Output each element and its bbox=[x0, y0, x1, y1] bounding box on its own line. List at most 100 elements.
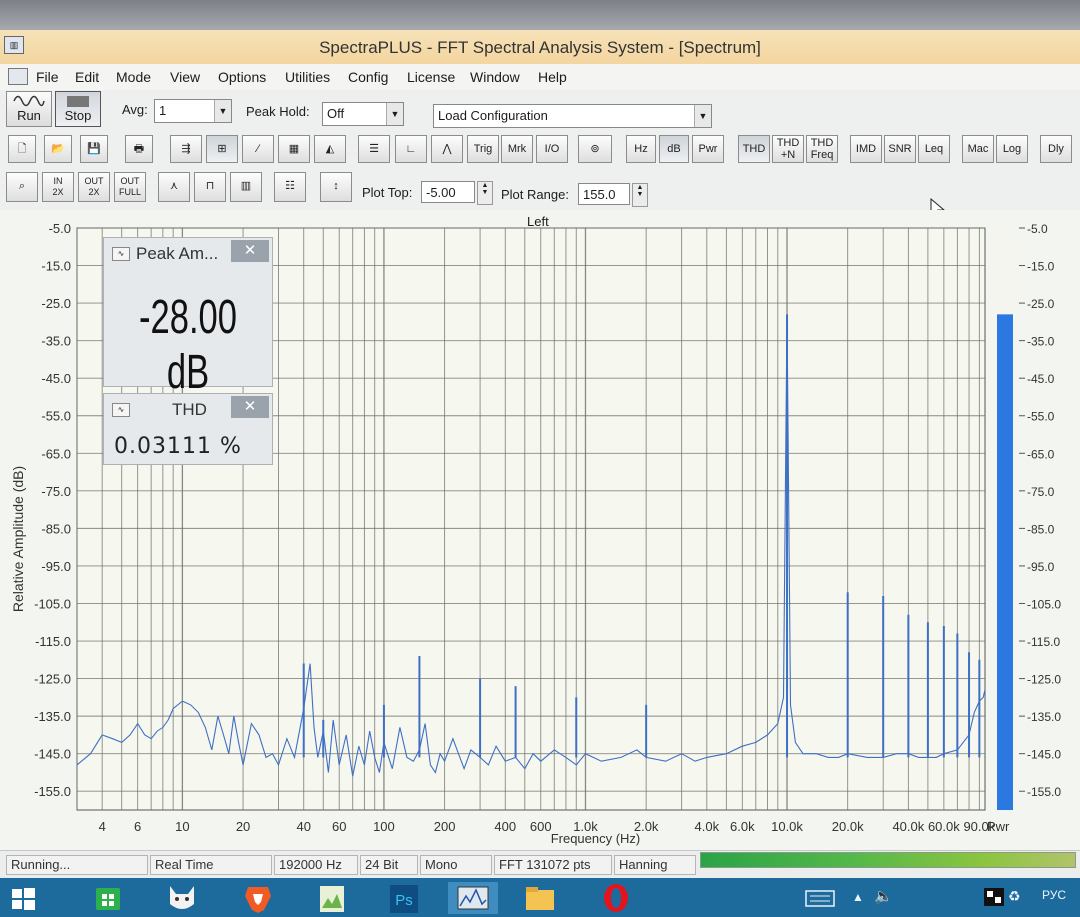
weighting-icon[interactable]: ⋀ bbox=[431, 135, 463, 163]
zoom-icon[interactable]: ⌕ bbox=[6, 172, 38, 202]
chevron-down-icon[interactable]: ▼ bbox=[386, 103, 403, 125]
io-button[interactable]: I/O bbox=[536, 135, 568, 163]
print-icon[interactable]: 🖶 bbox=[125, 135, 153, 163]
menu-file[interactable]: File bbox=[36, 69, 59, 85]
spectrum-mode-icon[interactable]: ⊞ bbox=[206, 135, 238, 163]
configuration-select[interactable]: Load Configuration ▼ bbox=[433, 104, 712, 128]
menu-view[interactable]: View bbox=[170, 69, 200, 85]
delay-button[interactable]: Dly bbox=[1040, 135, 1072, 163]
avg-select[interactable]: 1 ▼ bbox=[154, 99, 232, 123]
right-tick-label: -75.0 bbox=[1027, 485, 1055, 499]
panel-list-icon[interactable]: ☷ bbox=[274, 172, 306, 202]
thd-n-button[interactable]: THD +N bbox=[772, 135, 804, 163]
spectraplus-taskbar-icon[interactable] bbox=[448, 882, 498, 914]
brave-browser-icon[interactable] bbox=[236, 882, 280, 914]
scale-icon[interactable]: ∟ bbox=[395, 135, 427, 163]
windows-start-icon[interactable] bbox=[6, 882, 40, 914]
network-tray-icon[interactable] bbox=[982, 886, 1006, 908]
menu-license[interactable]: License bbox=[407, 69, 455, 85]
db-button[interactable]: dB bbox=[659, 135, 689, 163]
toolbar-analysis: 🗋 📂 💾 🖶 ⇶ ⊞ ∕ ▦ ◭ ☰ ∟ ⋀ Trig Mrk I/O ⊚ H… bbox=[0, 132, 1080, 168]
thd-freq-line2: Freq bbox=[810, 149, 834, 161]
zoom-out-2x-button[interactable]: OUT 2X bbox=[78, 172, 110, 202]
y-tick-label: -25.0 bbox=[41, 296, 71, 311]
x-tick-label: 60 bbox=[332, 819, 346, 834]
new-file-icon[interactable]: 🗋 bbox=[8, 135, 36, 163]
y-tick-label: -95.0 bbox=[41, 559, 71, 574]
octave-bars-icon[interactable]: ⊓ bbox=[194, 172, 226, 202]
3d-surface-icon[interactable]: ◭ bbox=[314, 135, 346, 163]
y-tick-label: -5.0 bbox=[49, 221, 71, 236]
plot-range-input[interactable]: 155.0 bbox=[578, 183, 630, 205]
peak-amplitude-panel[interactable]: ∿ Peak Am... ✕ -28.00 dB bbox=[103, 237, 273, 399]
x-tick-label: 6 bbox=[134, 819, 141, 834]
save-icon[interactable]: 💾 bbox=[80, 135, 108, 163]
right-tick-label: -65.0 bbox=[1027, 447, 1055, 461]
x-tick-label: 20 bbox=[236, 819, 250, 834]
open-folder-icon[interactable]: 📂 bbox=[44, 135, 72, 163]
right-tick-label: -85.0 bbox=[1027, 522, 1055, 536]
right-axis-labels: -5.0 -15.0 -25.0 -35.0 -45.0 -55.0 -65.0 -75.0 -… bbox=[1019, 222, 1061, 799]
thd-freq-button[interactable]: THD Freq bbox=[806, 135, 838, 163]
document-icon[interactable] bbox=[8, 68, 28, 85]
close-icon[interactable]: ✕ bbox=[231, 396, 269, 418]
menu-window[interactable]: Window bbox=[470, 69, 520, 85]
time-series-icon[interactable]: ∕ bbox=[242, 135, 274, 163]
close-icon[interactable]: ✕ bbox=[231, 240, 269, 262]
thd-button[interactable]: THD bbox=[738, 135, 770, 163]
trigger-button[interactable]: Trig bbox=[467, 135, 499, 163]
notification-icon[interactable]: ♻ bbox=[1008, 888, 1021, 905]
monitor-bezel bbox=[0, 0, 1080, 30]
stop-button[interactable]: Stop bbox=[55, 91, 101, 127]
menu-edit[interactable]: Edit bbox=[75, 69, 99, 85]
pwr-button[interactable]: Pwr bbox=[692, 135, 724, 163]
marker-button[interactable]: Mrk bbox=[501, 135, 533, 163]
run-button[interactable]: Run bbox=[6, 91, 52, 127]
thd-value: 0.03111 % bbox=[114, 434, 242, 459]
chevron-down-icon[interactable]: ▼ bbox=[214, 100, 231, 122]
menu-options[interactable]: Options bbox=[218, 69, 266, 85]
menu-utilities[interactable]: Utilities bbox=[285, 69, 330, 85]
hz-button[interactable]: Hz bbox=[626, 135, 656, 163]
zoom-in-2x-button[interactable]: IN 2X bbox=[42, 172, 74, 202]
signal-generator-icon[interactable]: ⊚ bbox=[578, 135, 612, 163]
right-tick-label: -55.0 bbox=[1027, 410, 1055, 424]
spectrogram-icon[interactable]: ▦ bbox=[278, 135, 310, 163]
macro-button[interactable]: Mac bbox=[962, 135, 994, 163]
y-tick-label: -55.0 bbox=[41, 409, 71, 424]
tray-expand-icon[interactable]: ▲ bbox=[852, 890, 864, 904]
x-tick-label: 10 bbox=[175, 819, 189, 834]
window-title: SpectraPLUS - FFT Spectral Analysis Syst… bbox=[319, 38, 761, 57]
imd-button[interactable]: IMD bbox=[850, 135, 882, 163]
thd-panel[interactable]: ∿ THD ✕ 0.03111 % bbox=[103, 393, 273, 465]
plot-range-spinner[interactable]: ▲ ▼ bbox=[632, 183, 648, 207]
zoom-out-full-button[interactable]: OUT FULL bbox=[114, 172, 146, 202]
cat-app-icon[interactable] bbox=[160, 882, 204, 914]
photoshop-icon[interactable]: Ps bbox=[382, 882, 426, 914]
peak-shape-icon[interactable]: ⋏ bbox=[158, 172, 190, 202]
menu-config[interactable]: Config bbox=[348, 69, 388, 85]
store-icon[interactable] bbox=[86, 882, 130, 914]
snr-button[interactable]: SNR bbox=[884, 135, 916, 163]
file-explorer-icon[interactable] bbox=[518, 882, 562, 914]
language-indicator[interactable]: РУС bbox=[1042, 888, 1066, 902]
opera-browser-icon[interactable] bbox=[594, 882, 638, 914]
log-button[interactable]: Log bbox=[996, 135, 1028, 163]
bar-graph-icon[interactable]: ▥ bbox=[230, 172, 262, 202]
menu-help[interactable]: Help bbox=[538, 69, 567, 85]
avg-label: Avg: bbox=[122, 102, 148, 117]
recorder-icon[interactable]: ⇶ bbox=[170, 135, 202, 163]
list-view-icon[interactable]: ☰ bbox=[358, 135, 390, 163]
peak-hold-select[interactable]: Off ▼ bbox=[322, 102, 404, 126]
waveform-icon: ∿ bbox=[112, 403, 130, 417]
windows-taskbar: Ps ▲ 🔈 ♻ РУС bbox=[0, 878, 1080, 917]
plot-top-input[interactable]: -5.00 bbox=[421, 181, 475, 203]
chevron-down-icon[interactable]: ▼ bbox=[694, 105, 711, 127]
keyboard-icon[interactable] bbox=[802, 882, 838, 914]
plot-top-spinner[interactable]: ▲ ▼ bbox=[477, 181, 493, 205]
volume-icon[interactable]: 🔈 bbox=[874, 887, 893, 905]
menu-mode[interactable]: Mode bbox=[116, 69, 151, 85]
vertical-scale-icon[interactable]: ↕ bbox=[320, 172, 352, 202]
leq-button[interactable]: Leq bbox=[918, 135, 950, 163]
image-viewer-icon[interactable] bbox=[310, 882, 354, 914]
